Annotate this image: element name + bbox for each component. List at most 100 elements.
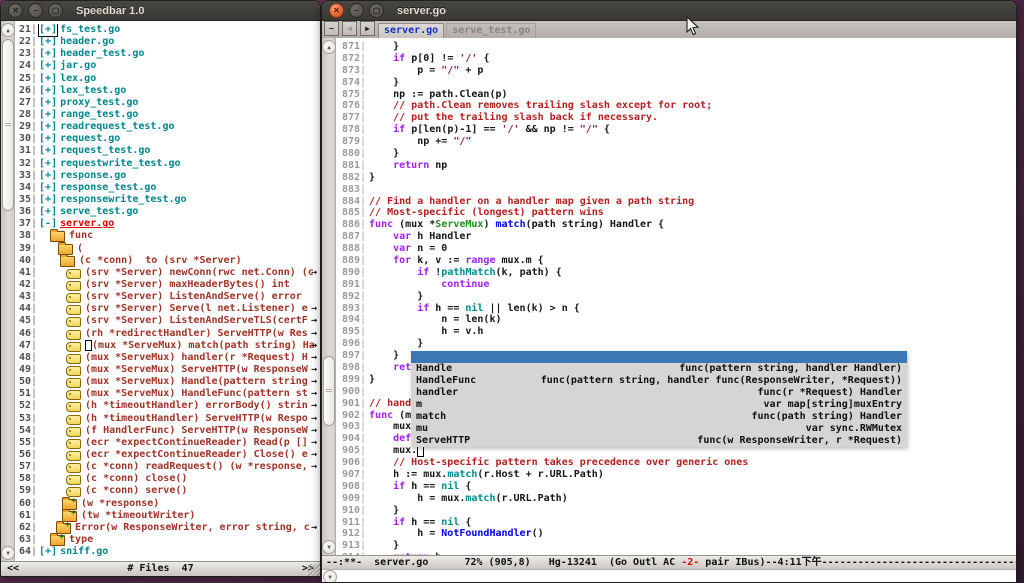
- code-line[interactable]: 891| continue: [336, 279, 1016, 291]
- speedbar-titlebar[interactable]: ✕ – ▢ Speedbar 1.0: [1, 1, 320, 21]
- speedbar-row[interactable]: 51|(mux *ServeMux) HandleFunc(pattern st…: [16, 388, 320, 400]
- speedbar-row[interactable]: 57|(c *conn) readRequest() (w *response,…: [16, 461, 320, 473]
- speedbar-row[interactable]: 60|(w *response): [16, 497, 320, 509]
- completion-item[interactable]: handlerfunc(r *Request) Handler: [411, 387, 907, 399]
- maximize-icon[interactable]: ▢: [369, 3, 384, 18]
- speedbar-row[interactable]: 54|(f HandlerFunc) ServeHTTP(w ResponseW…: [16, 425, 320, 437]
- expander-icon[interactable]: [+]: [39, 85, 57, 97]
- speedbar-row[interactable]: 42|(srv *Server) maxHeaderBytes() int: [16, 279, 320, 291]
- expander-icon[interactable]: [+]: [39, 194, 57, 206]
- speedbar-row[interactable]: 45|(srv *Server) ListenAndServeTLS(certF…: [16, 315, 320, 327]
- speedbar-row[interactable]: 24|[+]jar.go: [16, 60, 320, 72]
- expander-icon[interactable]: [+]: [39, 145, 57, 157]
- speedbar-prev-button[interactable]: <<: [7, 562, 19, 576]
- speedbar-row[interactable]: 36|[+]serve_test.go: [16, 206, 320, 218]
- code-line[interactable]: 910| }: [336, 505, 1016, 517]
- speedbar-row[interactable]: 52|(h *timeoutHandler) errorBody() strin…: [16, 400, 320, 412]
- expander-icon[interactable]: [+]: [39, 109, 57, 121]
- speedbar-row[interactable]: 44|(srv *Server) Serve(l net.Listener) e…: [16, 303, 320, 315]
- code-line[interactable]: 885|// Most-specific (longest) pattern w…: [336, 207, 1016, 219]
- completion-item[interactable]: Handlefunc(pattern string, handler Handl…: [411, 363, 907, 375]
- close-icon[interactable]: ✕: [329, 3, 344, 18]
- speedbar-row[interactable]: 61|(tw *timeoutWriter): [16, 510, 320, 522]
- tab-scroll-left-icon[interactable]: ◀: [342, 21, 357, 36]
- speedbar-row[interactable]: 49|(mux *ServeMux) ServeHTTP(w ResponseW…: [16, 364, 320, 376]
- speedbar-row[interactable]: 28|[+]range_test.go: [16, 109, 320, 121]
- code-line[interactable]: 881| return np: [336, 160, 1016, 172]
- speedbar-row[interactable]: 25|[+]lex.go: [16, 73, 320, 85]
- code-line[interactable]: 908| if h == nil {: [336, 481, 1016, 493]
- expander-icon[interactable]: [+]: [39, 36, 57, 48]
- scroll-down-icon[interactable]: ▼: [1, 546, 15, 560]
- expander-icon[interactable]: [+]: [39, 546, 57, 558]
- speedbar-scrollbar-thumb[interactable]: [2, 39, 14, 211]
- code-line[interactable]: 878| if p[len(p)-1] == '/' && np != "/" …: [336, 124, 1016, 136]
- code-line[interactable]: 886|func (mux *ServeMux) match(path stri…: [336, 219, 1016, 231]
- expander-icon[interactable]: [+]: [39, 97, 57, 109]
- code-line[interactable]: 890| if !pathMatch(k, path) {: [336, 267, 1016, 279]
- code-line[interactable]: 882|}: [336, 172, 1016, 184]
- completion-item[interactable]: ServeHTTPfunc(w ResponseWriter, r *Reque…: [411, 435, 907, 447]
- editor-scrollbar-thumb[interactable]: [323, 356, 335, 426]
- folder-icon[interactable]: [50, 535, 65, 546]
- code-line[interactable]: 913| }: [336, 540, 1016, 552]
- scroll-up-icon[interactable]: ▲: [322, 40, 336, 54]
- completion-item[interactable]: HandleFuncfunc(pattern string, handler f…: [411, 375, 907, 387]
- speedbar-row[interactable]: 63|type: [16, 534, 320, 546]
- tab-scroll-right-icon[interactable]: ▶: [360, 21, 375, 36]
- scroll-up-icon[interactable]: ▲: [1, 23, 15, 37]
- code-line[interactable]: 873| p = "/" + p: [336, 65, 1016, 77]
- code-line[interactable]: 883|: [336, 184, 1016, 196]
- speedbar-row[interactable]: 59|(c *conn) serve(): [16, 485, 320, 497]
- speedbar-row[interactable]: 27|[+]proxy_test.go: [16, 97, 320, 109]
- speedbar-row[interactable]: 39|(: [16, 243, 320, 255]
- code-line[interactable]: 879| np += "/": [336, 136, 1016, 148]
- code-line[interactable]: 894| n = len(k): [336, 314, 1016, 326]
- completion-item[interactable]: matchfunc(path string) Handler: [411, 411, 907, 423]
- code-line[interactable]: 911| if h == nil {: [336, 517, 1016, 529]
- code-area[interactable]: 871| }872| if p[0] != '/' {873| p = "/" …: [336, 41, 1016, 556]
- speedbar-row[interactable]: 58|(c *conn) close(): [16, 473, 320, 485]
- tab-serve-test-go[interactable]: serve_test.go: [446, 23, 536, 38]
- speedbar-row[interactable]: 22|[+]header.go: [16, 36, 320, 48]
- expander-icon[interactable]: [+]: [39, 158, 57, 170]
- speedbar-row[interactable]: 38|func: [16, 230, 320, 242]
- expander-icon[interactable]: [+]: [39, 182, 57, 194]
- code-line[interactable]: 896| }: [336, 338, 1016, 350]
- maximize-icon[interactable]: ▢: [48, 3, 63, 18]
- resize-grip[interactable]: [308, 564, 320, 576]
- expander-icon[interactable]: [+]: [39, 121, 57, 133]
- code-line[interactable]: 874| }: [336, 77, 1016, 89]
- speedbar-row[interactable]: 50|(mux *ServeMux) Handle(pattern string…: [16, 376, 320, 388]
- expander-icon[interactable]: [+]: [39, 170, 57, 182]
- code-line[interactable]: 888| var n = 0: [336, 243, 1016, 255]
- expander-icon[interactable]: [+]: [39, 73, 57, 85]
- completion-item[interactable]: [411, 351, 907, 363]
- speedbar-scrollbar[interactable]: ▲ ▼: [1, 21, 15, 562]
- completion-item[interactable]: mvar map[string]muxEntry: [411, 399, 907, 411]
- expander-icon[interactable]: [+]: [39, 48, 57, 60]
- folder-icon[interactable]: [58, 244, 73, 255]
- speedbar-row[interactable]: 32|[+]requestwrite_test.go: [16, 158, 320, 170]
- code-line[interactable]: 906| // Host-specific pattern takes prec…: [336, 457, 1016, 469]
- expander-icon[interactable]: [+]: [39, 206, 57, 218]
- code-line[interactable]: 893| if h == nil || len(k) > n {: [336, 303, 1016, 315]
- code-line[interactable]: 871| }: [336, 41, 1016, 53]
- code-line[interactable]: 876| // path.Clean removes trailing slas…: [336, 100, 1016, 112]
- speedbar-row[interactable]: 41|(srv *Server) newConn(rwc net.Conn) (…: [16, 267, 320, 279]
- speedbar-row[interactable]: 43|(srv *Server) ListenAndServe() error: [16, 291, 320, 303]
- code-line[interactable]: 889| for k, v := range mux.m {: [336, 255, 1016, 267]
- code-line[interactable]: 892| }: [336, 291, 1016, 303]
- code-line[interactable]: 872| if p[0] != '/' {: [336, 53, 1016, 65]
- code-line[interactable]: 907| h := mux.match(r.Host + r.URL.Path): [336, 469, 1016, 481]
- speedbar-row[interactable]: 37|[-]server.go: [16, 218, 320, 230]
- speedbar-row[interactable]: 47|(mux *ServeMux) match(path string) Ha…: [16, 340, 320, 352]
- expander-icon[interactable]: [+]: [39, 133, 57, 145]
- editor-body[interactable]: ▲ ▼ 871| }872| if p[0] != '/' {873| p = …: [322, 38, 1016, 556]
- completion-item[interactable]: muvar sync.RWMutex: [411, 423, 907, 435]
- editor-titlebar[interactable]: ✕ – ▢ server.go: [322, 1, 1016, 21]
- speedbar-row[interactable]: 21|[+]fs_test.go: [16, 24, 320, 36]
- code-line[interactable]: 905| mux.: [336, 445, 1016, 457]
- code-line[interactable]: 884|// Find a handler on a handler map g…: [336, 196, 1016, 208]
- code-line[interactable]: 895| h = v.h: [336, 326, 1016, 338]
